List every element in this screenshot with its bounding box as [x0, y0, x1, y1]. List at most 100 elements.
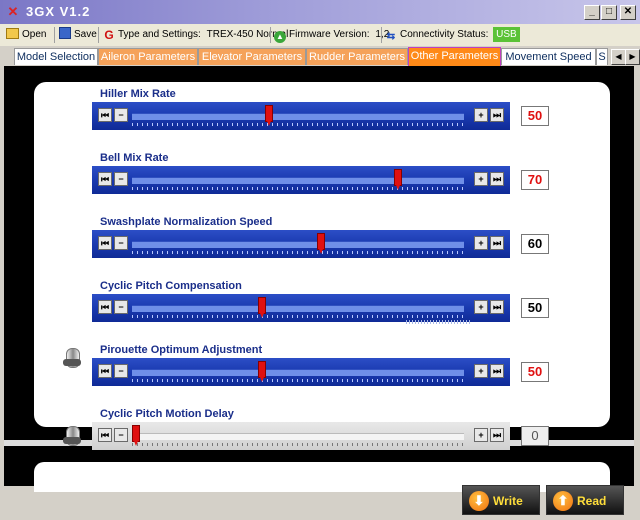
toggle-knob-icon[interactable]	[63, 348, 81, 368]
tab-scroll-right[interactable]: ▶	[625, 49, 640, 65]
read-button[interactable]: ⬆ Read	[546, 485, 624, 515]
slider-groove[interactable]	[132, 305, 464, 312]
slider-increment-button[interactable]: +	[474, 236, 488, 250]
tab-model-selection[interactable]: Model Selection	[14, 48, 98, 65]
slider-increment-button[interactable]: +	[474, 428, 488, 442]
skip-end-icon: ⏭	[492, 174, 502, 184]
triangle-icon: ▲	[274, 31, 286, 43]
save-button[interactable]: Save	[59, 27, 97, 43]
arrow-down-icon: ⬇	[469, 491, 489, 511]
slider-label: Swashplate Normalization Speed	[100, 216, 273, 228]
slider-last-button[interactable]: ⏭	[490, 172, 504, 186]
slider-first-button[interactable]: ⏮	[98, 300, 112, 314]
toggle-knob-icon[interactable]	[63, 426, 81, 446]
tab-bar: Model Selection Aileron Parameters Eleva…	[0, 46, 640, 66]
plus-icon: +	[478, 110, 484, 120]
slider-increment-button[interactable]: +	[474, 108, 488, 122]
folder-icon	[6, 28, 19, 39]
slider-thumb[interactable]	[132, 425, 140, 446]
helicopter-icon: ✕	[7, 4, 19, 19]
slider-groove[interactable]	[132, 113, 464, 120]
slider-decrement-button[interactable]: −	[114, 428, 128, 442]
slider-groove[interactable]	[132, 433, 464, 440]
slider-value-box[interactable]: 50	[521, 362, 549, 382]
slider-value-box[interactable]: 0	[521, 426, 549, 446]
connectivity-status: ⇆ Connectivity Status: USB	[385, 27, 520, 43]
slider-increment-button[interactable]: +	[474, 172, 488, 186]
slider-thumb[interactable]	[316, 233, 325, 254]
tab-movement-speed[interactable]: Movement Speed	[501, 48, 596, 65]
plus-icon: +	[478, 174, 484, 184]
skip-start-icon: ⏮	[100, 302, 110, 312]
slider-track[interactable]: ⏮ − + ⏭	[92, 422, 510, 450]
slider-value-box[interactable]: 50	[521, 106, 549, 126]
floppy-icon	[59, 27, 71, 39]
plus-icon: +	[478, 430, 484, 440]
tab-scroll-left[interactable]: ◀	[611, 49, 626, 65]
skip-start-icon: ⏮	[100, 366, 110, 376]
close-button[interactable]: ✕	[620, 5, 636, 20]
arrow-up-icon: ⬆	[553, 491, 573, 511]
slider-decrement-button[interactable]: −	[114, 364, 128, 378]
skip-start-icon: ⏮	[100, 110, 110, 120]
chevron-left-icon: ◀	[615, 52, 622, 61]
skip-end-icon: ⏭	[492, 302, 502, 312]
usb-badge: USB	[493, 27, 520, 42]
slider-last-button[interactable]: ⏭	[490, 428, 504, 442]
slider-last-button[interactable]: ⏭	[490, 300, 504, 314]
minus-icon: −	[118, 366, 124, 376]
slider-label: Hiller Mix Rate	[100, 88, 176, 100]
tab-elevator-parameters[interactable]: Elevator Parameters	[198, 48, 306, 65]
slider-track[interactable]: ⏮ − + ⏭	[92, 294, 510, 322]
slider-track[interactable]: ⏮ − + ⏭	[92, 102, 510, 130]
slider-first-button[interactable]: ⏮	[98, 236, 112, 250]
slider-ticks	[132, 315, 464, 318]
slider-decrement-button[interactable]: −	[114, 300, 128, 314]
slider-groove[interactable]	[132, 369, 464, 376]
scroll-indicator	[406, 320, 472, 324]
window-title: 3GX V1.2	[26, 4, 91, 19]
type-settings: G Type and Settings: TREX-450 Normal	[104, 28, 289, 42]
slider-decrement-button[interactable]: −	[114, 108, 128, 122]
tab-overflow[interactable]: S	[596, 48, 608, 65]
slider-decrement-button[interactable]: −	[114, 172, 128, 186]
slider-thumb[interactable]	[394, 169, 403, 190]
slider-first-button[interactable]: ⏮	[98, 428, 112, 442]
slider-value-box[interactable]: 50	[521, 298, 549, 318]
slider-first-button[interactable]: ⏮	[98, 364, 112, 378]
slider-last-button[interactable]: ⏭	[490, 364, 504, 378]
slider-groove[interactable]	[132, 177, 464, 184]
slider-thumb[interactable]	[258, 361, 267, 382]
skip-end-icon: ⏭	[492, 110, 502, 120]
tab-aileron-parameters[interactable]: Aileron Parameters	[98, 48, 198, 65]
firmware-version: ▲ Firmware Version: 1,2	[274, 27, 389, 43]
slider-last-button[interactable]: ⏭	[490, 108, 504, 122]
minus-icon: −	[118, 430, 124, 440]
slider-increment-button[interactable]: +	[474, 364, 488, 378]
skip-end-icon: ⏭	[492, 238, 502, 248]
slider-decrement-button[interactable]: −	[114, 236, 128, 250]
slider-value-box[interactable]: 70	[521, 170, 549, 190]
slider-thumb[interactable]	[264, 105, 273, 126]
slider-last-button[interactable]: ⏭	[490, 236, 504, 250]
skip-end-icon: ⏭	[492, 366, 502, 376]
write-button[interactable]: ⬇ Write	[462, 485, 540, 515]
slider-groove[interactable]	[132, 241, 464, 248]
skip-start-icon: ⏮	[100, 430, 110, 440]
open-button[interactable]: Open	[6, 27, 46, 43]
tab-rudder-parameters[interactable]: Rudder Parameters	[306, 48, 408, 65]
slider-first-button[interactable]: ⏮	[98, 108, 112, 122]
slider-track[interactable]: ⏮ − + ⏭	[92, 358, 510, 386]
plus-icon: +	[478, 238, 484, 248]
tab-other-parameters[interactable]: Other Parameters	[408, 47, 501, 66]
minimize-button[interactable]: _	[584, 5, 600, 20]
minus-icon: −	[118, 174, 124, 184]
slider-thumb[interactable]	[258, 297, 267, 318]
slider-first-button[interactable]: ⏮	[98, 172, 112, 186]
skip-start-icon: ⏮	[100, 238, 110, 248]
slider-value-box[interactable]: 60	[521, 234, 549, 254]
slider-track[interactable]: ⏮ − + ⏭	[92, 230, 510, 258]
slider-track[interactable]: ⏮ − + ⏭	[92, 166, 510, 194]
maximize-button[interactable]: □	[601, 5, 617, 20]
slider-increment-button[interactable]: +	[474, 300, 488, 314]
